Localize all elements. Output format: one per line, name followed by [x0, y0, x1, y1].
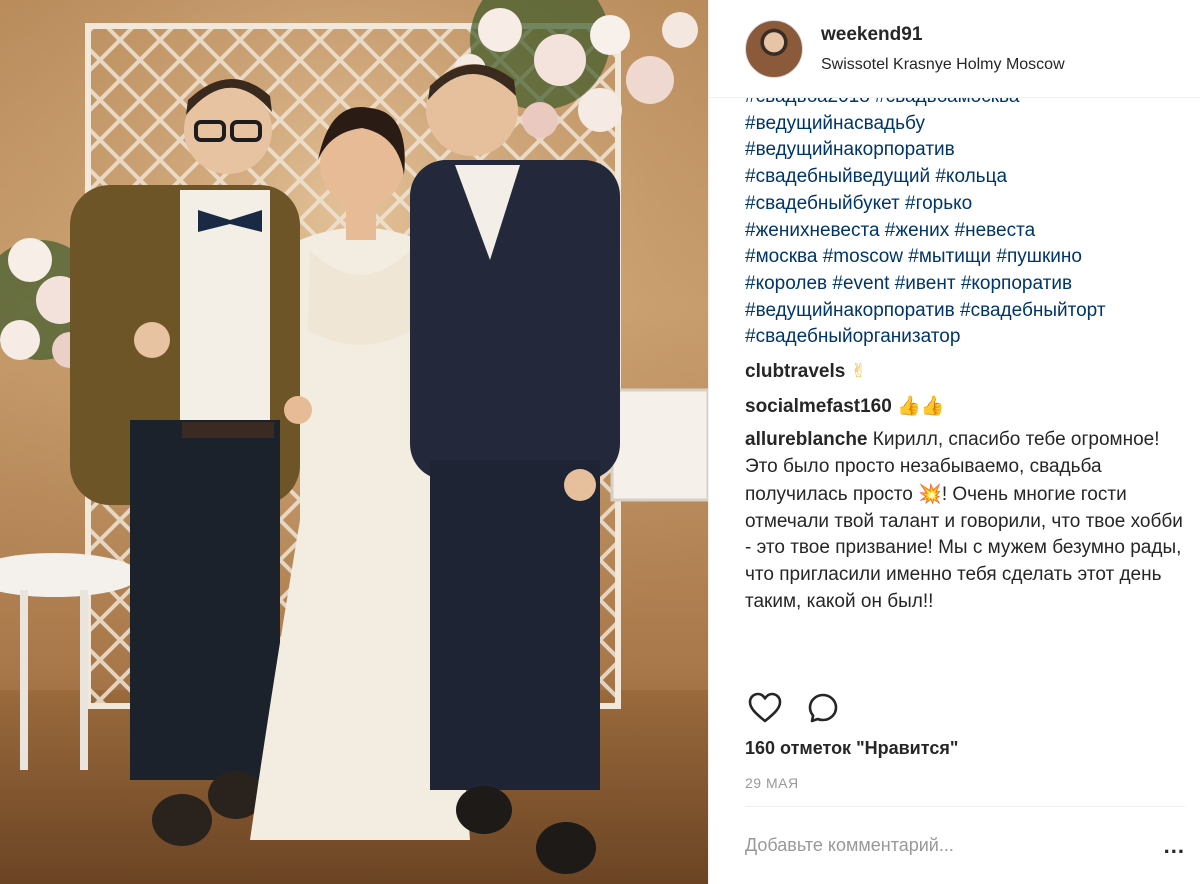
groom-figure [410, 64, 620, 874]
comment-item: clubtravels ✌ [745, 358, 1185, 386]
post-username[interactable]: weekend91 [821, 22, 1065, 48]
hashtag-line[interactable]: #королев #event #ивент #корпоратив [745, 271, 1185, 298]
victory-hand-emoji: ✌ [850, 360, 867, 383]
post-actions [745, 688, 1185, 728]
post-photo[interactable] [0, 0, 708, 884]
hashtag-line[interactable]: #ведущийнакорпоратив #свадебныйторт [745, 298, 1185, 325]
comment-bubble-icon [808, 693, 838, 723]
post-date[interactable]: 29 МАЯ [745, 775, 799, 791]
instagram-post: weekend91 Swissotel Krasnye Holmy Moscow… [0, 0, 1200, 884]
hashtag-line[interactable]: #свадебныйорганизатор [745, 324, 1185, 351]
hashtag-line[interactable]: #москва #moscow #мытищи #пушкино [745, 244, 1185, 271]
comment-item: allureblanche Кирилл, спасибо тебе огром… [745, 427, 1185, 615]
post-location[interactable]: Swissotel Krasnye Holmy Moscow [821, 54, 1065, 76]
welcome-sign [610, 388, 708, 502]
add-comment-bar: ... [745, 806, 1185, 884]
avatar[interactable] [745, 19, 803, 78]
hashtag-line[interactable]: #свадебныйбукет #горько [745, 191, 1185, 218]
hashtag-line[interactable]: #свадебныйведущий #кольца [745, 164, 1185, 191]
post-header: weekend91 Swissotel Krasnye Holmy Moscow [709, 0, 1200, 98]
comment-item: socialmefast160 👍👍 [745, 393, 1185, 421]
hashtag-line[interactable]: #ведущийнакорпоратив [745, 137, 1185, 164]
comment-username[interactable]: clubtravels [745, 361, 851, 382]
ellipsis-icon[interactable]: ... [1164, 833, 1185, 859]
wedding-photo-illustration [0, 0, 708, 884]
thumbs-up-emoji: 👍👍 [897, 394, 945, 417]
comment-input[interactable] [745, 835, 1125, 856]
collision-emoji: 💥 [918, 482, 942, 505]
comments-list: #свадьба2018 #свадьбамосква #ведущийнасв… [745, 98, 1185, 672]
heart-icon [748, 692, 782, 723]
likes-count[interactable]: 160 отметок "Нравится" [745, 738, 958, 759]
like-button[interactable] [745, 688, 785, 728]
hashtag-line[interactable]: #жених​невеста #жених #невеста [745, 218, 1185, 245]
comment-button[interactable] [803, 688, 843, 728]
caption-hashtags: #свадьба2018 #свадьбамосква #ведущийнасв… [745, 98, 1185, 351]
post-sidebar: weekend91 Swissotel Krasnye Holmy Moscow… [708, 0, 1200, 884]
comment-username[interactable]: allureblanche [745, 429, 873, 450]
hashtag-line[interactable]: #свадьба2018 #свадьбамосква [745, 98, 1185, 111]
comment-username[interactable]: socialmefast160 [745, 396, 897, 417]
hashtag-line[interactable]: #ведущийнасвадьбу [745, 111, 1185, 138]
